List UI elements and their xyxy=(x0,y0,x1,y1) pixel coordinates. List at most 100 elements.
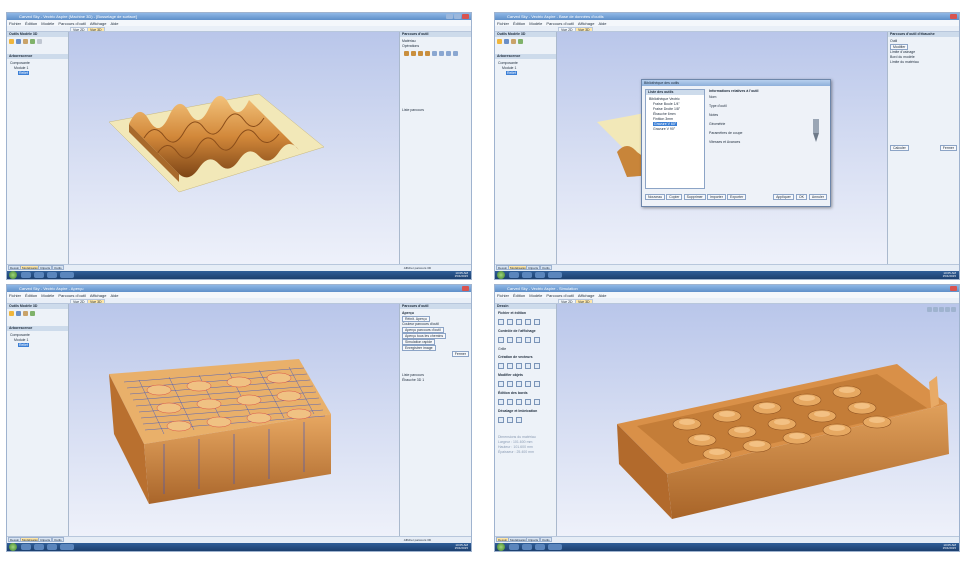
ie-taskbar-icon[interactable] xyxy=(21,272,31,278)
front-view-icon[interactable] xyxy=(939,307,944,312)
finishing-icon[interactable] xyxy=(439,51,444,56)
moulding-icon[interactable] xyxy=(453,51,458,56)
pocket-icon[interactable] xyxy=(411,51,416,56)
aspire-taskbar-icon[interactable] xyxy=(548,272,562,278)
scale-icon[interactable] xyxy=(507,381,513,387)
close-button[interactable] xyxy=(950,14,957,19)
rotate-icon[interactable] xyxy=(516,381,522,387)
aspire-taskbar-icon[interactable] xyxy=(60,544,74,550)
3d-viewport[interactable] xyxy=(69,32,399,264)
folder-taskbar-icon[interactable] xyxy=(522,272,532,278)
3d-viewport[interactable] xyxy=(69,304,399,536)
ie-taskbar-icon[interactable] xyxy=(509,544,519,550)
merge-icon[interactable] xyxy=(30,39,35,44)
import-icon[interactable] xyxy=(525,319,531,325)
3d-viewport[interactable] xyxy=(557,304,959,536)
merge-icon[interactable] xyxy=(30,311,35,316)
texture-icon[interactable] xyxy=(446,51,451,56)
new-tool-button[interactable]: Nouveau xyxy=(645,194,666,200)
minimize-button[interactable] xyxy=(446,14,453,19)
ellipse-icon[interactable] xyxy=(507,363,513,369)
export-icon[interactable] xyxy=(37,39,42,44)
move-icon[interactable] xyxy=(504,39,509,44)
tab-outils[interactable]: Outils xyxy=(540,265,552,270)
tab-cliparts[interactable]: Cliparts xyxy=(38,265,53,270)
cancel-button[interactable]: Annuler xyxy=(808,194,827,200)
tree-item-relief[interactable]: Relief xyxy=(506,71,517,75)
grid-icon[interactable] xyxy=(525,337,531,343)
delete-tool-button[interactable]: Supprimer xyxy=(683,194,706,200)
intersect-icon[interactable] xyxy=(525,399,531,405)
folder-taskbar-icon[interactable] xyxy=(522,544,532,550)
show-toolpath-checkbox[interactable]: Afficher parcours 3D xyxy=(404,266,431,270)
shape-icon[interactable] xyxy=(9,39,14,44)
node-icon[interactable] xyxy=(498,399,504,405)
tab-outils[interactable]: Outils xyxy=(540,537,552,542)
profile-icon[interactable] xyxy=(404,51,409,56)
show-toolpath-checkbox[interactable]: Afficher parcours 3D xyxy=(404,538,431,542)
polygon-icon[interactable] xyxy=(525,363,531,369)
iso-view-icon[interactable] xyxy=(927,307,932,312)
start-button[interactable] xyxy=(9,271,17,279)
tool-item-selected[interactable]: Gravure V 60° xyxy=(653,122,678,126)
media-taskbar-icon[interactable] xyxy=(535,544,545,550)
layer-icon[interactable] xyxy=(534,337,540,343)
vcarve-icon[interactable] xyxy=(425,51,430,56)
close-button[interactable] xyxy=(462,14,469,19)
close-preview-button[interactable]: Fermer xyxy=(451,351,469,357)
folder-taskbar-icon[interactable] xyxy=(34,272,44,278)
align-icon[interactable] xyxy=(534,381,540,387)
save-icon[interactable] xyxy=(516,319,522,325)
tree-item-relief[interactable]: Relief xyxy=(18,71,29,75)
fit-icon[interactable] xyxy=(516,337,522,343)
media-taskbar-icon[interactable] xyxy=(47,544,57,550)
media-taskbar-icon[interactable] xyxy=(535,272,545,278)
side-view-icon[interactable] xyxy=(945,307,950,312)
tool-item[interactable]: Gravure V 90° xyxy=(649,127,701,132)
top-view-icon[interactable] xyxy=(933,307,938,312)
close-button[interactable] xyxy=(462,286,469,291)
toolpath-list-item[interactable]: Ébauche 3D 1 xyxy=(402,378,469,383)
import-button[interactable]: Importer xyxy=(706,194,726,200)
rectangle-icon[interactable] xyxy=(516,363,522,369)
export-button[interactable]: Exporter xyxy=(727,194,747,200)
circle-icon[interactable] xyxy=(498,363,504,369)
nest-icon[interactable] xyxy=(507,417,513,423)
undo-icon[interactable] xyxy=(534,319,540,325)
shape-icon[interactable] xyxy=(497,39,502,44)
array-icon[interactable] xyxy=(516,417,522,423)
snap-grid-label[interactable]: Grille xyxy=(495,345,556,353)
start-button[interactable] xyxy=(497,543,505,551)
subtract-icon[interactable] xyxy=(516,399,522,405)
drill-icon[interactable] xyxy=(418,51,423,56)
zoom-icon[interactable] xyxy=(498,337,504,343)
new-file-icon[interactable] xyxy=(498,319,504,325)
ok-button[interactable]: OK xyxy=(795,194,807,200)
move-icon[interactable] xyxy=(498,381,504,387)
tab-cliparts[interactable]: Cliparts xyxy=(38,537,53,542)
sculpt-icon[interactable] xyxy=(23,311,28,316)
folder-taskbar-icon[interactable] xyxy=(34,544,44,550)
sculpt-icon[interactable] xyxy=(23,39,28,44)
pan-icon[interactable] xyxy=(507,337,513,343)
weld-icon[interactable] xyxy=(507,399,513,405)
aspire-taskbar-icon[interactable] xyxy=(60,272,74,278)
maximize-button[interactable] xyxy=(454,14,461,19)
tree-item-relief[interactable]: Relief xyxy=(18,343,29,347)
media-taskbar-icon[interactable] xyxy=(47,272,57,278)
tab-cliparts[interactable]: Cliparts xyxy=(526,265,541,270)
mirror-icon[interactable] xyxy=(525,381,531,387)
tab-outils[interactable]: Outils xyxy=(52,537,64,542)
tab-cliparts[interactable]: Cliparts xyxy=(526,537,541,542)
ie-taskbar-icon[interactable] xyxy=(509,272,519,278)
aspire-taskbar-icon[interactable] xyxy=(548,544,562,550)
offset-icon[interactable] xyxy=(498,417,504,423)
merge-icon[interactable] xyxy=(518,39,523,44)
roughing-icon[interactable] xyxy=(432,51,437,56)
material-limit-radio[interactable]: Limite du matériau xyxy=(890,60,957,65)
sculpt-icon[interactable] xyxy=(511,39,516,44)
calculate-button[interactable]: Calculer xyxy=(890,145,909,151)
copy-tool-button[interactable]: Copier xyxy=(666,194,683,200)
move-icon[interactable] xyxy=(16,311,21,316)
tab-outils[interactable]: Outils xyxy=(52,265,64,270)
